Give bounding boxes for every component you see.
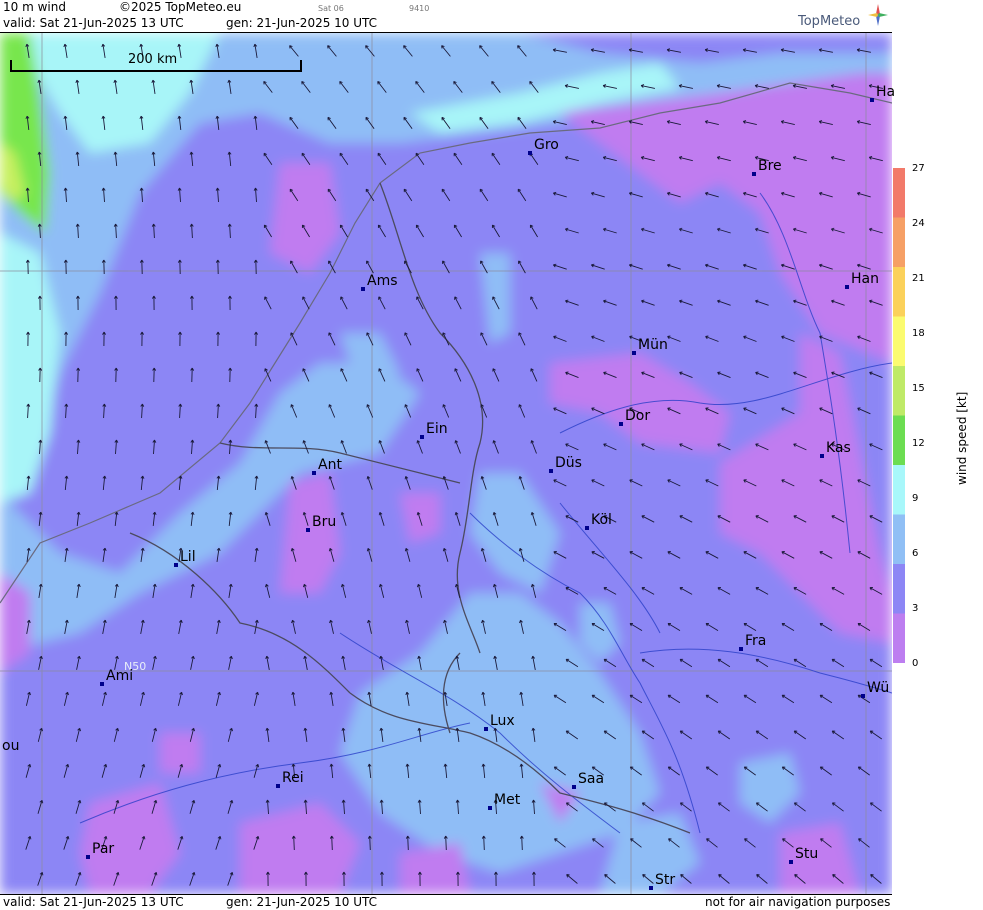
city-bre: Bre <box>752 158 782 176</box>
colorbar <box>893 168 905 663</box>
city-ami: Ami <box>100 668 133 686</box>
map-footer: valid: Sat 21-Jun-2025 13 UTC gen: 21-Ju… <box>0 894 892 910</box>
satellite-label: Sat 06 <box>318 4 344 13</box>
run-code: 9410 <box>409 4 430 13</box>
city-stu: Stu <box>789 846 818 864</box>
city-ou: ou <box>2 738 20 754</box>
city-han: Han <box>845 271 879 289</box>
city-met: Met <box>488 792 520 810</box>
city-dor: Dor <box>619 408 650 426</box>
city-bru: Bru <box>306 514 336 532</box>
colorbar-segment <box>893 514 905 565</box>
product-title: 10 m wind <box>3 0 66 14</box>
city-saa: Saa <box>572 771 604 789</box>
compass-icon <box>868 4 888 26</box>
topmeteo-logo[interactable]: TopMeteo <box>798 14 860 29</box>
colorbar-tick: 3 <box>912 603 919 614</box>
copyright: ©2025 TopMeteo.eu <box>119 0 242 14</box>
city-ant: Ant <box>312 457 342 475</box>
colorbar-segment <box>893 217 905 268</box>
city-köl: Köl <box>585 512 612 530</box>
colorbar-title: wind speed [kt] <box>955 391 969 485</box>
colorbar-segment <box>893 564 905 614</box>
colorbar-segment <box>893 415 905 466</box>
colorbar-segment <box>893 366 905 416</box>
city-rei: Rei <box>276 770 304 788</box>
city-lux: Lux <box>484 713 515 731</box>
colorbar-tick: 15 <box>912 383 925 394</box>
map-header: 10 m wind ©2025 TopMeteo.eu Sat 06 9410 … <box>0 0 892 33</box>
city-kas: Kas <box>820 440 851 458</box>
colorbar-segment <box>893 465 905 515</box>
colorbar-tick: 6 <box>912 548 919 559</box>
disclaimer: not for air navigation purposes <box>705 895 891 909</box>
city-fra: Fra <box>739 633 766 651</box>
colorbar-tick: 21 <box>912 273 925 284</box>
scale-bar-label: 200 km <box>128 52 178 67</box>
city-ams: Ams <box>361 273 398 291</box>
colorbar-tick: 18 <box>912 328 925 339</box>
colorbar-tick: 9 <box>912 493 919 504</box>
city-lil: Lil <box>174 549 196 567</box>
generated-time: gen: 21-Jun-2025 10 UTC <box>226 16 378 30</box>
footer-valid-time: valid: Sat 21-Jun-2025 13 UTC <box>3 895 184 909</box>
colorbar-segment <box>893 267 905 317</box>
colorbar-tick: 24 <box>912 218 925 229</box>
valid-time: valid: Sat 21-Jun-2025 13 UTC <box>3 16 184 30</box>
footer-generated-time: gen: 21-Jun-2025 10 UTC <box>226 895 378 909</box>
city-gro: Gro <box>528 137 559 155</box>
colorbar-segment <box>893 168 905 218</box>
colorbar-tick: 27 <box>912 163 925 174</box>
city-ein: Ein <box>420 421 448 439</box>
city-str: Str <box>649 872 675 890</box>
colorbar-tick: 12 <box>912 438 925 449</box>
city-par: Par <box>86 841 114 859</box>
colorbar-tick: 0 <box>912 658 919 669</box>
city-ha: Ha <box>870 84 895 102</box>
colorbar-segment <box>893 613 905 663</box>
city-düs: Düs <box>549 455 582 473</box>
city-wü: Wü <box>861 680 889 698</box>
city-mün: Mün <box>632 337 668 355</box>
colorbar-segment <box>893 316 905 367</box>
